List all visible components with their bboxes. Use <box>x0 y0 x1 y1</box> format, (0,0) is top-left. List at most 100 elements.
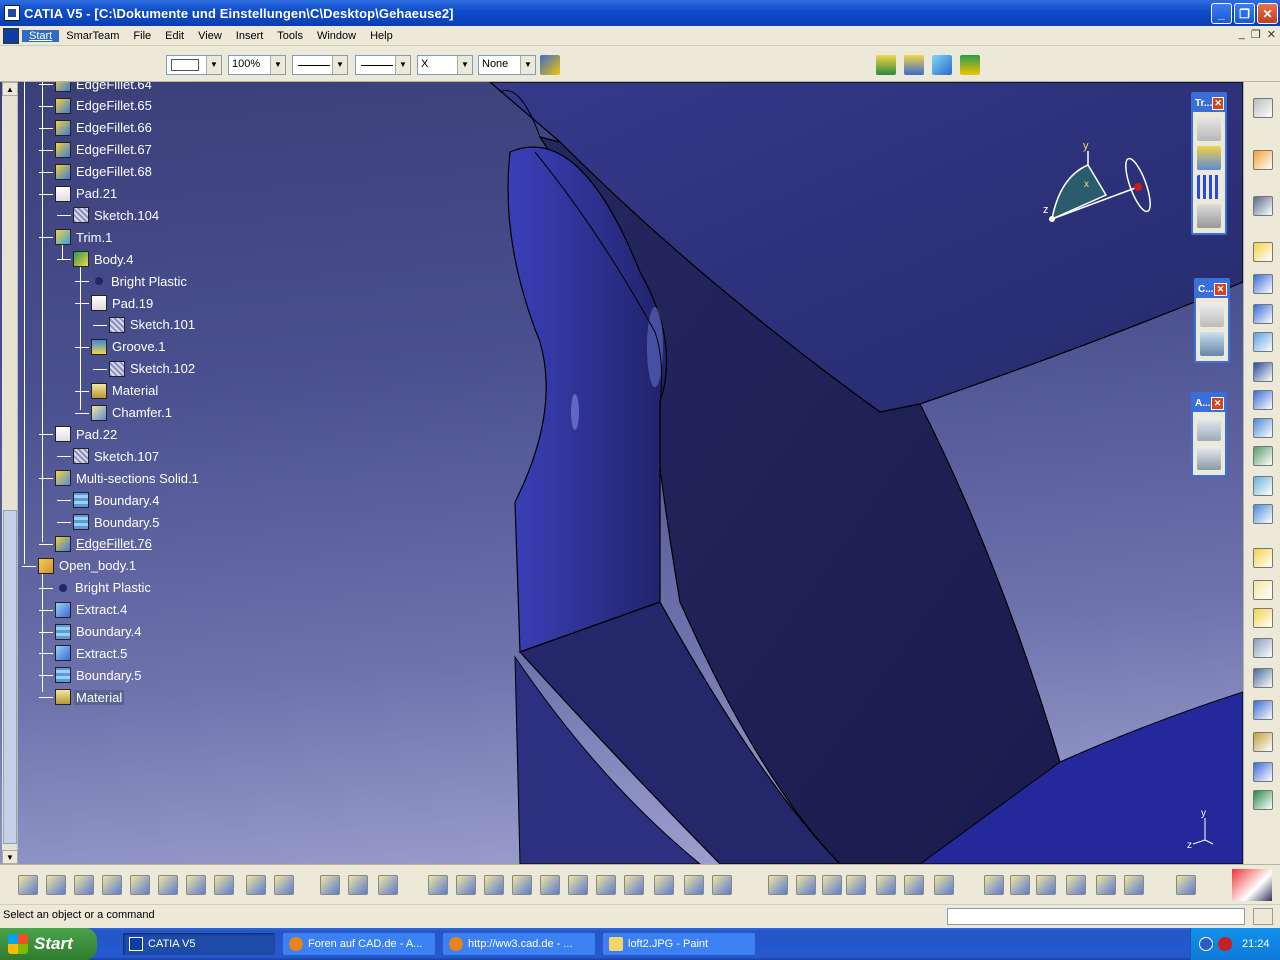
doc-close-button[interactable]: ✕ <box>1267 28 1276 41</box>
tree-node-label[interactable]: Chamfer.1 <box>110 405 174 420</box>
tree-node[interactable]: Extract.5 <box>39 643 129 663</box>
tree-node-label[interactable]: Pad.22 <box>74 427 119 442</box>
open-body-icon[interactable] <box>38 557 54 574</box>
print-icon[interactable] <box>102 875 122 895</box>
boundary-icon[interactable] <box>73 492 89 509</box>
lock-icon[interactable] <box>904 875 924 895</box>
redo-icon[interactable] <box>246 875 266 895</box>
chamfer-tool-icon[interactable] <box>1253 580 1273 600</box>
document-menu-icon[interactable] <box>3 27 19 44</box>
menu-start[interactable]: Start <box>22 29 60 42</box>
tree-node-label[interactable]: Open_body.1 <box>57 558 138 573</box>
save-icon[interactable] <box>74 875 94 895</box>
tree-node-label[interactable]: Boundary.5 <box>92 515 162 530</box>
tree-node[interactable]: Trim.1 <box>39 227 114 247</box>
menu-file[interactable]: File <box>126 30 158 42</box>
layers-icon[interactable] <box>904 55 924 75</box>
apply-material-icon[interactable] <box>1253 790 1273 810</box>
doc-minimize-button[interactable]: _ <box>1239 28 1245 41</box>
tree-node[interactable]: Chamfer.1 <box>75 403 174 423</box>
transformations-toolbar-header[interactable]: Tr... ✕ <box>1193 94 1225 112</box>
chevron-down-icon[interactable]: ▼ <box>520 56 535 74</box>
groove-tool-icon[interactable] <box>1253 332 1273 352</box>
tree-node[interactable]: EdgeFillet.64 <box>39 82 154 94</box>
task-paint[interactable]: loft2.JPG - Paint <box>602 932 756 956</box>
zoom-out-icon[interactable] <box>540 875 560 895</box>
tree-node-label[interactable]: Pad.19 <box>110 296 155 311</box>
point-combo[interactable]: X ▼ <box>417 55 473 75</box>
tree-node-label[interactable]: Extract.5 <box>74 646 129 661</box>
rule-icon[interactable] <box>822 875 842 895</box>
pad-tool-icon[interactable] <box>1253 242 1273 262</box>
zoom-combo[interactable]: 100% ▼ <box>228 55 286 75</box>
text-annotation-icon[interactable] <box>1197 417 1221 441</box>
chamfer-icon[interactable] <box>91 404 107 421</box>
boolean-tool-icon[interactable] <box>1253 732 1273 752</box>
tree-node-label[interactable]: EdgeFillet.76 <box>74 536 154 551</box>
body-icon[interactable] <box>73 251 89 268</box>
multisection-icon[interactable] <box>55 470 71 487</box>
constraints-toolbar-header[interactable]: C... ✕ <box>1196 280 1228 298</box>
task-catia[interactable]: CATIA V5 <box>122 932 276 956</box>
tree-node-label[interactable]: Multi-sections Solid.1 <box>74 471 201 486</box>
material-icon[interactable] <box>91 382 107 399</box>
formula-icon[interactable] <box>768 875 788 895</box>
book-icon[interactable] <box>960 55 980 75</box>
compass-icon[interactable]: y x z <box>1040 137 1160 227</box>
maximize-button[interactable]: ❐ <box>1234 3 1255 24</box>
thickness-tool-icon[interactable] <box>1253 668 1273 688</box>
tree-node[interactable]: Boundary.5 <box>57 512 162 532</box>
tree-node[interactable]: Sketch.104 <box>57 205 161 225</box>
tree-node-label[interactable]: Material <box>110 383 160 398</box>
tree-node[interactable]: Bright Plastic <box>39 578 153 598</box>
undo-icon[interactable] <box>214 875 234 895</box>
task-firefox-cad[interactable]: http://ww3.cad.de - ... <box>442 932 596 956</box>
edgefillet-icon[interactable] <box>55 82 71 92</box>
linetype-combo[interactable]: ▼ <box>292 55 348 75</box>
loft-tool-icon[interactable] <box>1253 476 1273 496</box>
scroll-down-arrow-icon[interactable]: ▼ <box>2 850 18 864</box>
minimize-button[interactable]: _ <box>1211 3 1232 24</box>
catalog-browser-icon[interactable] <box>1176 875 1196 895</box>
mirror-icon[interactable] <box>1197 146 1221 170</box>
table-icon[interactable] <box>846 875 866 895</box>
multi-view-icon[interactable] <box>596 875 616 895</box>
pad-icon[interactable] <box>55 426 71 443</box>
command-button[interactable] <box>1253 908 1273 925</box>
scroll-up-arrow-icon[interactable]: ▲ <box>2 82 18 96</box>
tree-node[interactable]: Bright Plastic <box>75 271 189 291</box>
new-icon[interactable] <box>18 875 38 895</box>
scaling-icon[interactable] <box>1197 204 1221 228</box>
close-icon[interactable]: ✕ <box>1214 282 1227 296</box>
open-icon[interactable] <box>46 875 66 895</box>
tree-node-label[interactable]: Bright Plastic <box>109 274 189 289</box>
pocket-tool-icon[interactable] <box>1253 274 1273 294</box>
tree-node-label[interactable]: EdgeFillet.65 <box>74 98 154 113</box>
edgefillet-icon[interactable] <box>55 141 71 158</box>
tree-node[interactable]: EdgeFillet.66 <box>39 118 154 138</box>
tree-node[interactable]: Boundary.4 <box>57 490 162 510</box>
tree-node-label[interactable]: Sketch.101 <box>128 317 197 332</box>
shell-tool-icon[interactable] <box>1253 638 1273 658</box>
extract-icon[interactable] <box>55 601 71 618</box>
close-button[interactable]: ✕ <box>1257 3 1278 24</box>
tree-node[interactable]: Boundary.4 <box>39 622 144 642</box>
tree-node[interactable]: Sketch.102 <box>93 359 197 379</box>
edgefillet-icon[interactable] <box>55 535 71 552</box>
tree-node-label[interactable]: Boundary.5 <box>74 668 144 683</box>
paste-icon[interactable] <box>186 875 206 895</box>
tree-node[interactable]: Material <box>39 687 125 707</box>
parameter-icon[interactable] <box>876 875 896 895</box>
measure-tool-icon[interactable] <box>1253 762 1273 782</box>
pattern-icon[interactable] <box>1197 175 1221 199</box>
boundary-icon[interactable] <box>55 623 71 640</box>
isometric-view-icon[interactable] <box>624 875 644 895</box>
menu-tools[interactable]: Tools <box>270 30 310 42</box>
pan-icon[interactable] <box>456 875 476 895</box>
normal-view-plane-icon[interactable] <box>568 875 588 895</box>
start-button[interactable]: Start <box>0 928 97 960</box>
tree-node-label[interactable]: Groove.1 <box>110 339 167 354</box>
stiffener-tool-icon[interactable] <box>1253 446 1273 466</box>
menu-window[interactable]: Window <box>310 30 363 42</box>
sketch-icon[interactable] <box>109 316 125 333</box>
